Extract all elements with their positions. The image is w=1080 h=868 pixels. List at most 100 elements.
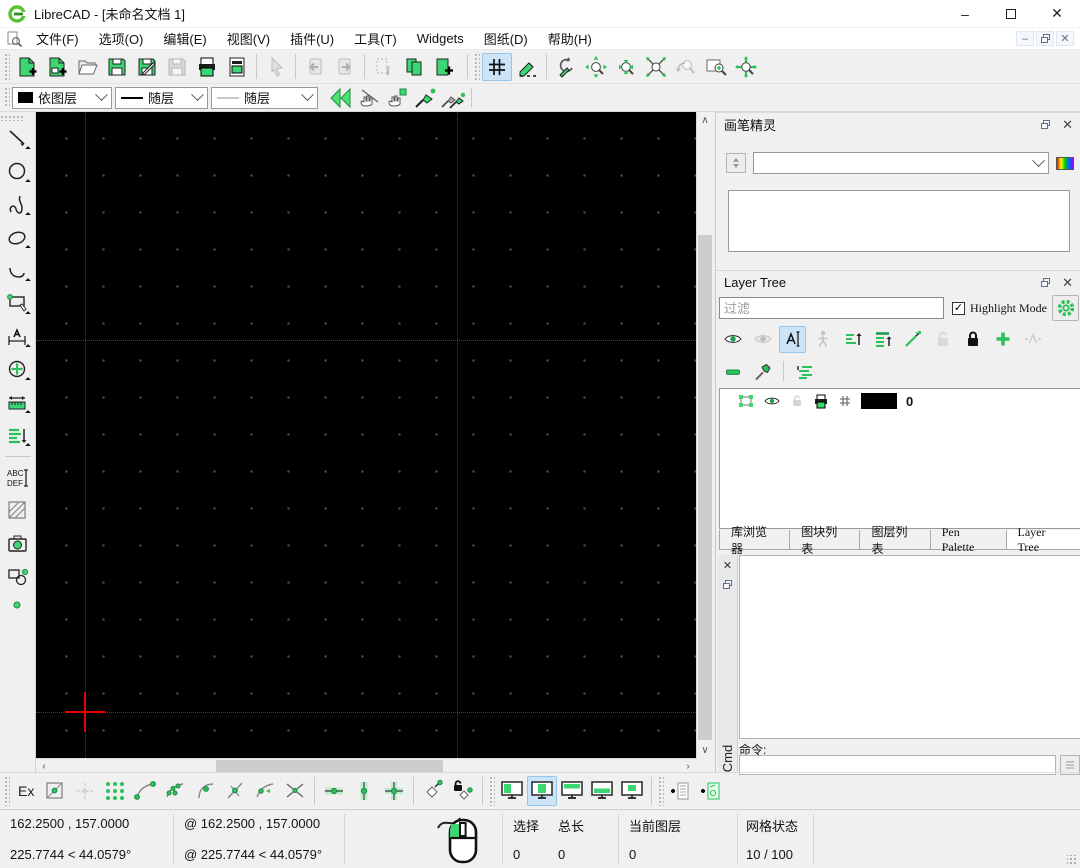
block-tool-button[interactable] (3, 560, 33, 593)
close-panel-icon[interactable]: ✕ (1062, 117, 1073, 133)
tab-block-list[interactable]: 图块列表 (789, 530, 860, 550)
lock-relative-zero-button[interactable] (448, 776, 478, 806)
open-file-button[interactable] (72, 53, 102, 81)
edit-layer-button[interactable] (749, 359, 776, 386)
menu-edit[interactable]: 编辑(E) (153, 27, 216, 50)
image-tool-button[interactable] (3, 527, 33, 560)
zoom-pan-button[interactable] (731, 53, 761, 81)
add-pen-widget-button[interactable] (696, 776, 726, 806)
dock-left-widgets-button[interactable] (497, 776, 527, 806)
new-from-template-button[interactable] (42, 53, 72, 81)
menu-options[interactable]: 选项(O) (89, 27, 154, 50)
window-minimize-button[interactable]: – (942, 0, 988, 27)
print-preview-button[interactable] (222, 53, 252, 81)
restrict-vertical-button[interactable] (349, 776, 379, 806)
toolbar-drag-handle[interactable] (4, 53, 10, 80)
mdi-close-button[interactable]: ✕ (1056, 31, 1074, 46)
save-as-button[interactable] (132, 53, 162, 81)
arc-tool-button[interactable] (3, 254, 33, 287)
color-palette-button[interactable] (1056, 157, 1074, 170)
snap-free-button[interactable] (40, 776, 70, 806)
pen-wizard-combobox[interactable] (753, 152, 1049, 174)
add-layer-button[interactable] (989, 326, 1016, 353)
pick-attributes-button[interactable] (383, 85, 411, 111)
snap-endpoints-button[interactable] (130, 776, 160, 806)
redraw-button[interactable] (551, 53, 581, 81)
copy-button[interactable] (399, 53, 429, 81)
add-command-widget-button[interactable] (666, 776, 696, 806)
scroll-left-button[interactable]: ‹ (36, 759, 52, 773)
menu-tools[interactable]: 工具(T) (344, 27, 407, 50)
drawing-canvas[interactable] (36, 112, 696, 758)
vertical-scroll-thumb[interactable] (698, 235, 712, 740)
layer-row[interactable]: 0 (720, 389, 1080, 413)
snap-grid-points-button[interactable] (100, 776, 130, 806)
close-panel-icon[interactable]: ✕ (723, 559, 732, 572)
dock-floating-widgets-button[interactable] (617, 776, 647, 806)
layer-print-icon[interactable] (813, 394, 829, 409)
window-close-button[interactable]: ✕ (1034, 0, 1080, 27)
pick-entity-pen-button[interactable] (355, 85, 383, 111)
copy-pen-button[interactable] (439, 85, 467, 111)
match-layer-pen-button[interactable] (899, 326, 926, 353)
mdi-minimize-button[interactable]: – (1016, 31, 1034, 46)
flatten-tree-button[interactable] (791, 359, 818, 386)
dimension-tool-button[interactable] (3, 320, 33, 353)
line-type-select[interactable]: 随层 (115, 87, 208, 109)
toolbar-drag-handle[interactable] (658, 776, 664, 806)
paste-button[interactable] (429, 53, 459, 81)
snap-entity-button[interactable] (160, 776, 190, 806)
pen-wizard-spin-button[interactable] (726, 153, 746, 173)
set-relative-zero-button[interactable] (418, 776, 448, 806)
spline-tool-button[interactable] (3, 188, 33, 221)
horizontal-scroll-thumb[interactable] (216, 760, 443, 772)
highlight-mode-checkbox[interactable]: ✓ (952, 302, 965, 315)
float-panel-icon[interactable] (723, 580, 732, 589)
point-tool-button[interactable] (3, 593, 33, 619)
snap-intersection-button[interactable] (280, 776, 310, 806)
sort-layers-button[interactable] (839, 326, 866, 353)
dock-bottom-widgets-button[interactable] (587, 776, 617, 806)
menu-plugins[interactable]: 插件(U) (280, 27, 344, 50)
scroll-down-button[interactable]: ∨ (697, 742, 713, 758)
resize-grip[interactable] (1067, 855, 1077, 865)
layer-visible-icon[interactable] (763, 394, 781, 408)
dock-top-widgets-button[interactable] (557, 776, 587, 806)
command-history[interactable] (739, 555, 1080, 739)
canvas-vertical-scrollbar[interactable]: ∧ ∨ (696, 112, 712, 758)
snap-middle-button[interactable] (220, 776, 250, 806)
apply-pen-button[interactable] (411, 85, 439, 111)
circle-tool-button[interactable] (3, 155, 33, 188)
toolbar-drag-handle[interactable] (474, 53, 480, 80)
tab-library-browser[interactable]: 库浏览器 (719, 530, 790, 550)
canvas-horizontal-scrollbar[interactable]: ‹ › (36, 758, 696, 772)
layer-settings-button[interactable] (1052, 295, 1079, 321)
toolbar-drag-handle[interactable] (0, 115, 24, 121)
order-tool-button[interactable] (3, 419, 33, 452)
dock-center-widgets-button[interactable] (527, 776, 557, 806)
float-panel-icon[interactable] (1041, 278, 1050, 287)
new-document-button[interactable] (12, 53, 42, 81)
window-maximize-button[interactable] (988, 0, 1034, 27)
ellipse-tool-button[interactable] (3, 221, 33, 254)
scroll-up-button[interactable]: ∧ (697, 112, 713, 128)
mdi-restore-button[interactable] (1036, 31, 1054, 46)
tab-layer-list[interactable]: 图层列表 (859, 530, 930, 550)
rename-layer-button[interactable] (779, 326, 806, 353)
layer-filter-input[interactable] (719, 297, 944, 319)
pen-wizard-list[interactable] (728, 190, 1070, 252)
toolbar-drag-handle[interactable] (4, 776, 10, 806)
zoom-in-button[interactable] (581, 53, 611, 81)
menu-view[interactable]: 视图(V) (217, 27, 280, 50)
layer-lock-icon[interactable] (790, 394, 804, 408)
zoom-out-button[interactable] (611, 53, 641, 81)
draft-mode-button[interactable] (512, 53, 542, 81)
menu-file[interactable]: 文件(F) (26, 27, 89, 50)
polyline-tool-button[interactable] (3, 287, 33, 320)
back-button[interactable] (327, 85, 355, 111)
tab-layer-tree[interactable]: Layer Tree (1006, 530, 1080, 550)
close-panel-icon[interactable]: ✕ (1062, 275, 1073, 291)
layer-construction-icon[interactable] (838, 394, 852, 408)
restrict-horizontal-button[interactable] (319, 776, 349, 806)
remove-layer-button[interactable] (719, 359, 746, 386)
